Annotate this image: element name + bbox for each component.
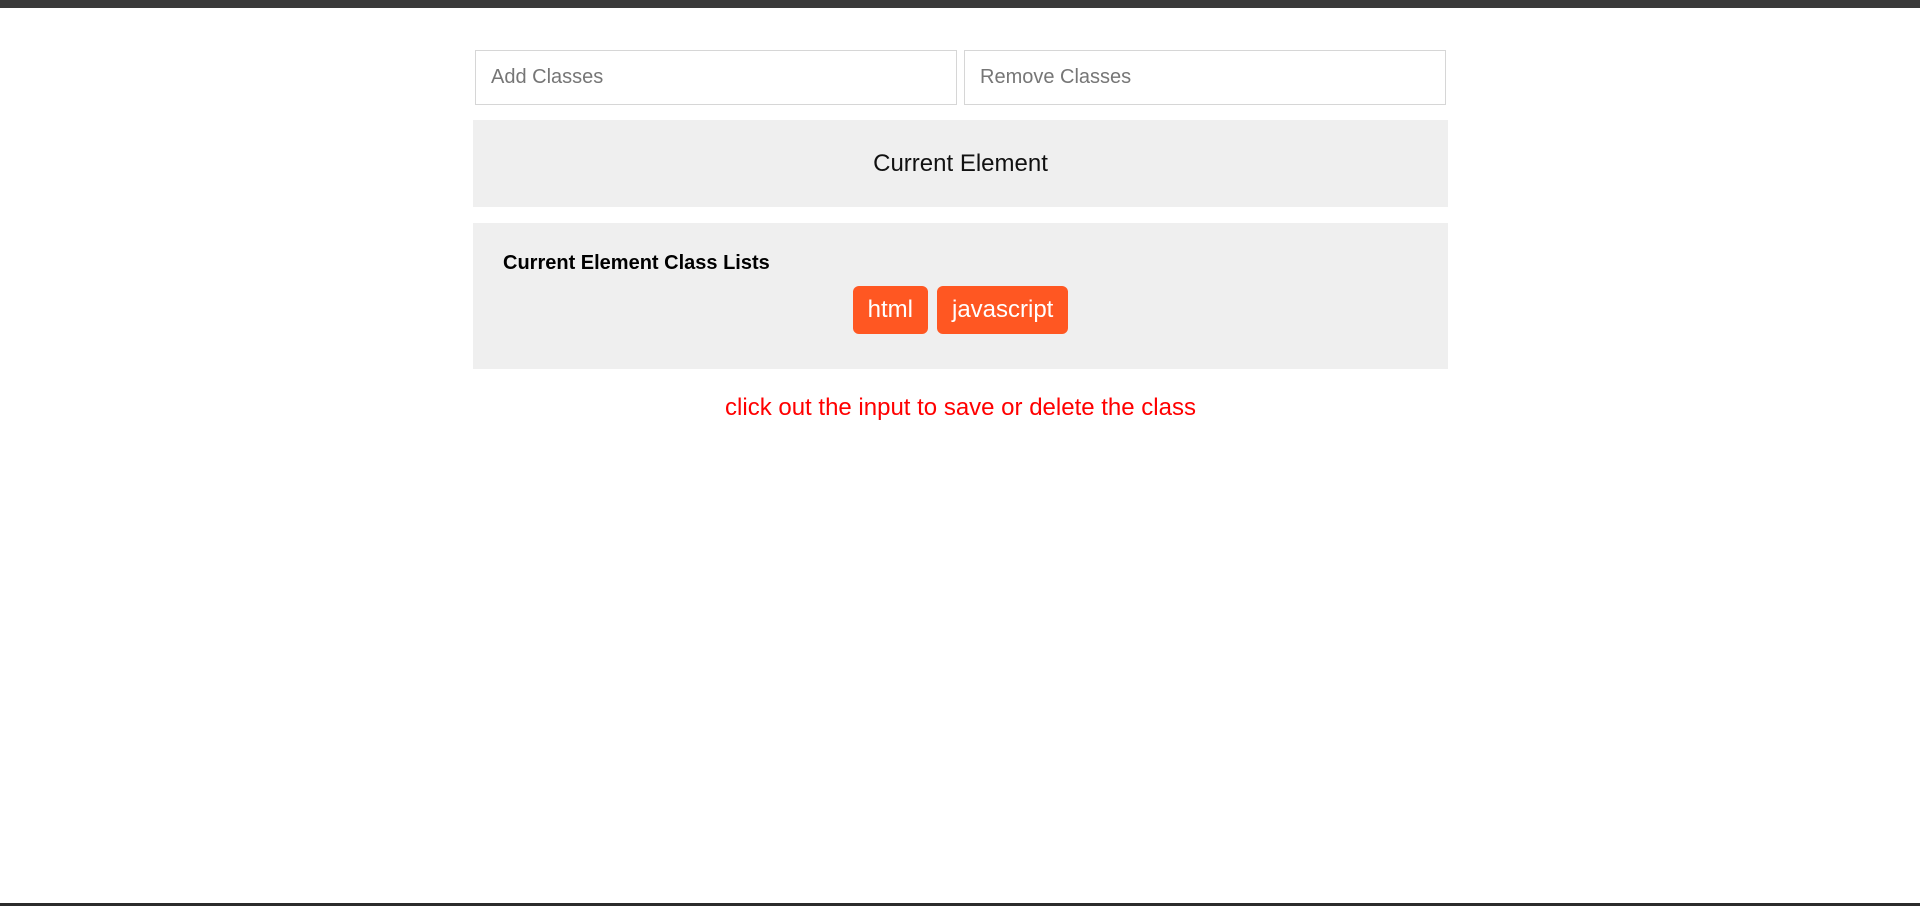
class-chip-html[interactable]: html [852,286,928,334]
current-element-label: Current Element [873,149,1048,177]
add-classes-input[interactable] [475,50,957,105]
class-manager: Current Element Current Element Class Li… [473,50,1448,422]
class-inputs-row [473,50,1448,105]
remove-classes-input[interactable] [964,50,1446,105]
hint-text: click out the input to save or delete th… [725,394,1196,421]
class-lists-panel: Current Element Class Lists html javascr… [473,223,1448,369]
top-bar [0,0,1920,8]
current-element-box: Current Element [473,120,1448,207]
class-chips: html javascript [503,286,1418,334]
class-chip-javascript[interactable]: javascript [936,286,1069,334]
class-lists-title: Current Element Class Lists [503,252,770,274]
